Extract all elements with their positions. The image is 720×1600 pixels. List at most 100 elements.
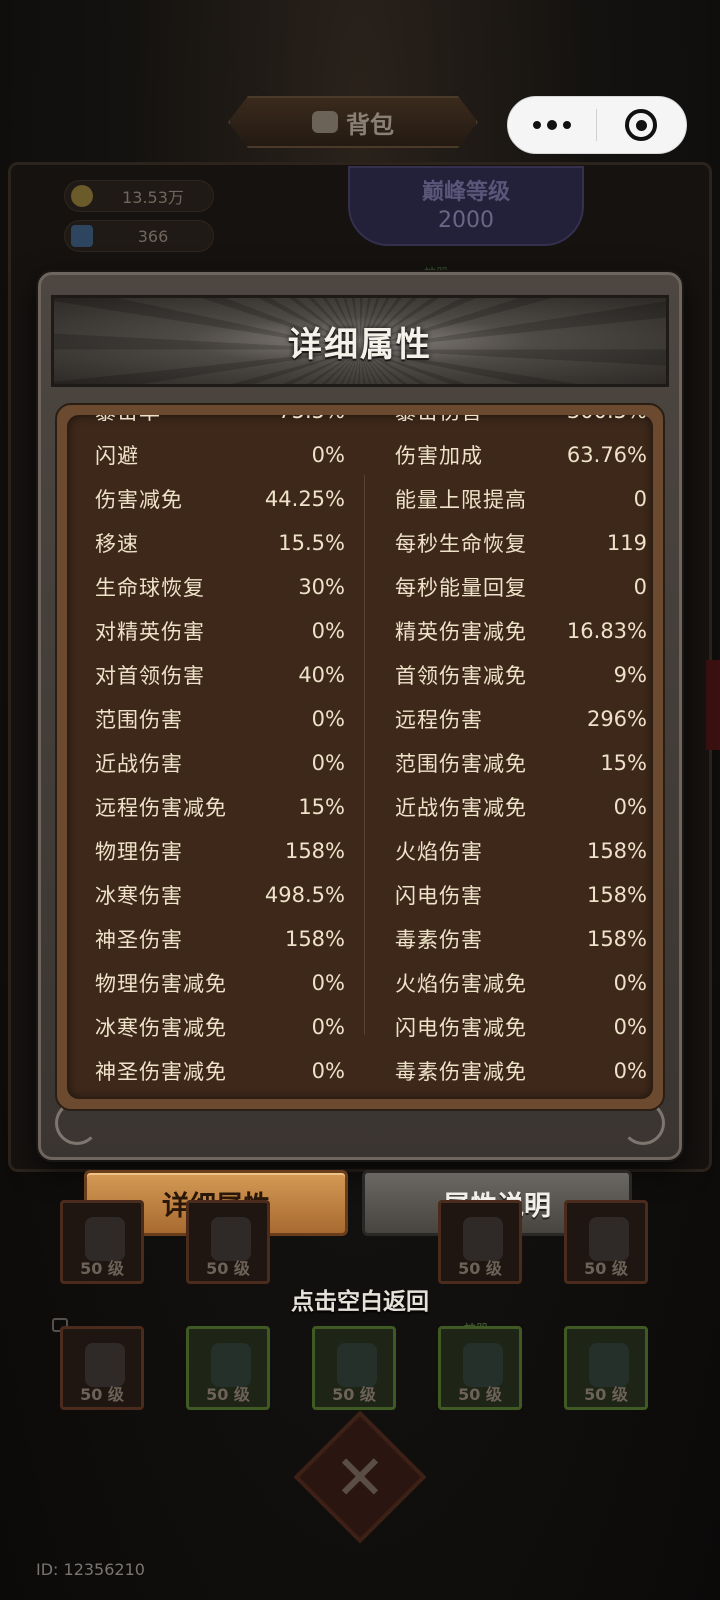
stat-cell-left: 物理伤害减免 0% (67, 968, 367, 998)
peak-level-badge: 巅峰等级 2000 (348, 166, 584, 246)
stat-value: 0% (311, 1015, 345, 1039)
stat-row: 移速 15.5% 每秒生命恢复 119 (67, 521, 653, 565)
stat-name: 范围伤害减免 (395, 752, 527, 776)
user-id: ID: 12356210 (36, 1560, 145, 1579)
stats-scroll-area[interactable]: 暴击率 75.5% 暴击伤害 300.5% 闪避 0% 伤害加成 63.76% 伤害减免 44.2… (67, 415, 653, 1099)
stat-value: 44.25% (264, 487, 345, 511)
stat-cell-right: 精英伤害减免 16.83% (367, 616, 653, 646)
detail-attributes-dialog: 详细属性 暴击率 75.5% 暴击伤害 300.5% 闪避 0% 伤害加成 63.76% 伤害减… (38, 272, 682, 1160)
stat-name: 近战伤害 (95, 752, 183, 776)
coin-value: 13.53万 (122, 188, 184, 207)
stat-cell-right: 远程伤害 296% (367, 704, 653, 734)
stat-cell-left: 对精英伤害 0% (67, 616, 367, 646)
stat-name: 神圣伤害减免 (95, 1060, 227, 1084)
stat-row: 冰寒伤害 498.5% 闪电伤害 158% (67, 873, 653, 917)
stat-name: 暴击伤害 (395, 415, 483, 426)
stat-cell-right: 伤害加成 63.76% (367, 440, 653, 470)
stat-cell-right: 近战伤害减免 0% (367, 792, 653, 822)
stat-value: 0% (613, 1059, 647, 1083)
equip-slot-pants[interactable]: 50 级 (60, 1200, 144, 1284)
stat-value: 0% (311, 971, 345, 995)
stat-name: 物理伤害减免 (95, 972, 227, 996)
stat-name: 近战伤害减免 (395, 796, 527, 820)
stat-value: 498.5% (264, 883, 345, 907)
stat-cell-left: 对首领伤害 40% (67, 660, 367, 690)
stat-value: 0% (613, 1015, 647, 1039)
stat-value: 16.83% (566, 619, 647, 643)
stat-cell-left: 神圣伤害 158% (67, 924, 367, 954)
close-miniprogram-button[interactable] (597, 109, 687, 141)
equip-slot-hood[interactable]: 50 级 (438, 1200, 522, 1284)
stat-value: 300.5% (567, 415, 647, 423)
stat-value: 9% (613, 663, 647, 687)
stat-row: 对精英伤害 0% 精英伤害减免 16.83% (67, 609, 653, 653)
close-x-icon: ✕ (334, 1440, 386, 1514)
stat-name: 火焰伤害减免 (395, 972, 527, 996)
stat-value: 158% (586, 927, 647, 951)
stat-name: 火焰伤害 (395, 840, 483, 864)
stat-name: 远程伤害 (395, 708, 483, 732)
equip-slot-leggings[interactable]: 50 级 (564, 1326, 648, 1410)
stat-name: 远程伤害减免 (95, 796, 227, 820)
corner-ornament-left (55, 1101, 99, 1145)
miniprogram-capsule (507, 96, 687, 154)
stat-name: 伤害减免 (95, 488, 183, 512)
equip-slot-trousers[interactable]: 50 级 (312, 1326, 396, 1410)
stat-cell-right: 毒素伤害减免 0% (367, 1056, 653, 1086)
stat-cell-right: 能量上限提高 0 (367, 484, 653, 514)
stat-cell-left: 闪避 0% (67, 440, 367, 470)
coin-icon (71, 185, 93, 207)
stat-value: 0% (311, 619, 345, 643)
stat-name: 精英伤害减免 (395, 620, 527, 644)
equip-slot-ring[interactable]: 50 级 (564, 1200, 648, 1284)
slot-level: 50 级 (584, 1385, 628, 1404)
stat-name: 冰寒伤害减免 (95, 1016, 227, 1040)
dialog-title: 详细属性 (288, 324, 432, 365)
stat-name: 每秒生命恢复 (395, 532, 527, 556)
stat-name: 对首领伤害 (95, 664, 205, 688)
stat-value: 0% (311, 1059, 345, 1083)
stat-name: 冰寒伤害 (95, 884, 183, 908)
stat-name: 毒素伤害 (395, 928, 483, 952)
peak-level-label: 巅峰等级 (421, 180, 510, 205)
more-icon[interactable] (508, 119, 596, 130)
stat-cell-right: 闪电伤害 158% (367, 880, 653, 910)
equip-slot-bracelet[interactable]: 50 级 (60, 1326, 144, 1410)
stats-list: 暴击率 75.5% 暴击伤害 300.5% 闪避 0% 伤害加成 63.76% 伤害减免 44.2… (67, 415, 653, 1093)
stat-value: 0% (613, 971, 647, 995)
stat-cell-right: 范围伤害减免 15% (367, 748, 653, 778)
stat-value: 63.76% (566, 443, 647, 467)
stat-cell-left: 神圣伤害减免 0% (67, 1056, 367, 1086)
stat-value: 0% (311, 443, 345, 467)
slot-level: 50 级 (458, 1259, 502, 1278)
tap-blank-to-return-hint[interactable]: 点击空白返回 (0, 1282, 720, 1316)
peak-level-value: 2000 (438, 208, 494, 233)
side-edge-decoration (706, 660, 720, 750)
stat-row: 生命球恢复 30% 每秒能量回复 0 (67, 565, 653, 609)
stat-name: 对精英伤害 (95, 620, 205, 644)
stat-value: 40% (298, 663, 345, 687)
stat-value: 158% (284, 839, 345, 863)
dialog-header: 详细属性 (51, 295, 669, 387)
stat-cell-left: 生命球恢复 30% (67, 572, 367, 602)
slot-level: 50 级 (584, 1259, 628, 1278)
equip-slot-pauldron[interactable]: 50 级 (186, 1200, 270, 1284)
stat-cell-right: 火焰伤害 158% (367, 836, 653, 866)
stat-value: 0% (311, 751, 345, 775)
stat-name: 生命球恢复 (95, 576, 205, 600)
slot-level: 50 级 (458, 1385, 502, 1404)
stat-value: 158% (586, 883, 647, 907)
stat-value: 30% (298, 575, 345, 599)
stat-name: 闪避 (95, 444, 139, 468)
stat-value: 75.5% (278, 415, 345, 423)
coin-counter: 13.53万 (64, 180, 214, 212)
stat-cell-right: 暴击伤害 300.5% (367, 415, 653, 426)
equip-slot-coat[interactable]: 50 级 (186, 1326, 270, 1410)
slot-level: 50 级 (206, 1259, 250, 1278)
stat-value: 0% (613, 795, 647, 819)
stat-row: 远程伤害减免 15% 近战伤害减免 0% (67, 785, 653, 829)
equip-slot-shorts[interactable]: 50 级 (438, 1326, 522, 1410)
stat-name: 能量上限提高 (395, 488, 527, 512)
stat-value: 15.5% (278, 531, 345, 555)
stat-row: 伤害减免 44.25% 能量上限提高 0 (67, 477, 653, 521)
